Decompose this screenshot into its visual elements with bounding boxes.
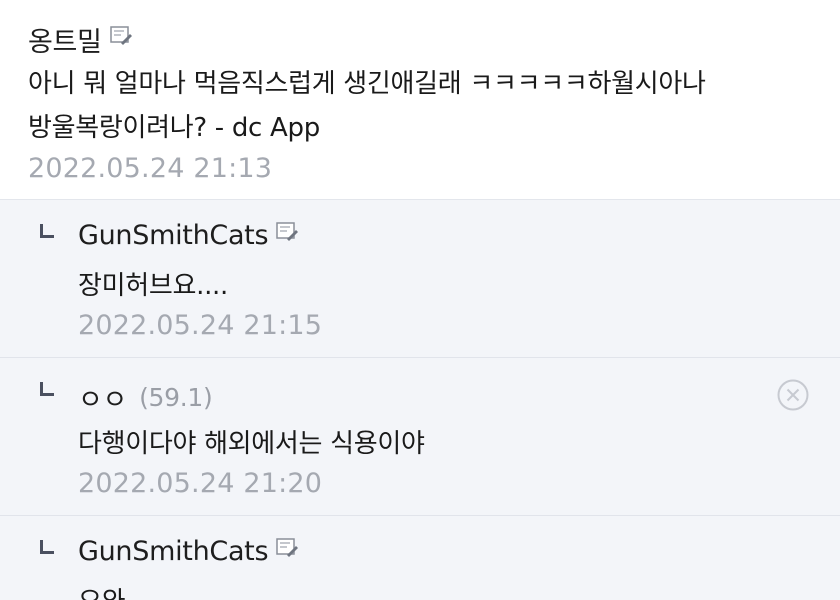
reply-arrow-icon [40,224,54,238]
reply-item: ㅇㅇ (59.1) 다행이다야 해외에서는 식용이야 2022.05.24 21… [0,358,840,516]
reply-body: 다행이다야 해외에서는 식용이야 [78,429,425,459]
comment-date: 2022.05.24 21:13 [28,153,273,184]
author-nickname[interactable]: GunSmithCats [78,536,269,567]
reply-body: 장미허브요.... [78,271,228,301]
gallog-memo-icon[interactable] [109,25,132,46]
author-ip: (59.1) [139,383,213,412]
author-nickname[interactable]: GunSmithCats [78,220,269,251]
close-circle-icon[interactable] [776,378,810,412]
reply-date: 2022.05.24 21:15 [78,310,323,341]
reply-date: 2022.05.24 21:20 [78,468,323,499]
reply-author[interactable]: GunSmithCats [78,220,299,251]
reply-author[interactable]: GunSmithCats [78,536,299,567]
reply-body: 오와 [78,580,126,600]
reply-author[interactable]: ㅇㅇ (59.1) [78,378,213,417]
gallog-memo-icon[interactable] [276,537,299,558]
gallog-memo-icon[interactable] [276,221,299,242]
reply-arrow-icon [40,540,54,554]
comment-body-line-1: 아니 뭐 얼마나 먹음직스럽게 생긴애길래 ㅋㅋㅋㅋㅋ하월시아나 [28,69,706,99]
comment-item: 옹트밀 아니 뭐 얼마나 먹음직스럽게 생긴애길래 ㅋㅋㅋㅋㅋ하월시아나 방울복… [0,0,840,200]
reply-arrow-icon [40,382,54,396]
reply-item: GunSmithCats 오와 [0,516,840,600]
comment-list: 옹트밀 아니 뭐 얼마나 먹음직스럽게 생긴애길래 ㅋㅋㅋㅋㅋ하월시아나 방울복… [0,0,840,600]
author-nickname[interactable]: 옹트밀 [28,20,102,59]
reply-item: GunSmithCats 장미허브요.... 2022.05.24 21:15 [0,200,840,358]
author-nickname[interactable]: ㅇㅇ [78,378,127,417]
comment-author[interactable]: 옹트밀 [28,20,132,59]
comment-body-line-2: 방울복랑이려나? - dc App [28,113,320,143]
